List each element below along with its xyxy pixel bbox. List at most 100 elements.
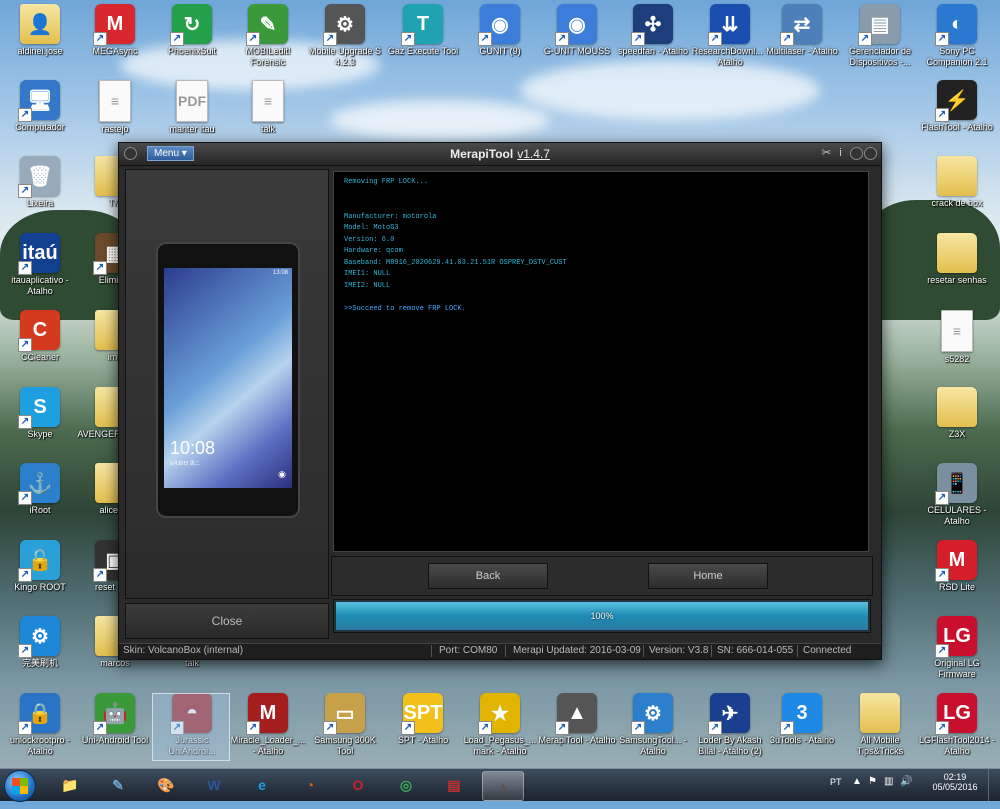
network-icon[interactable]: ▥ [884, 776, 893, 808]
desktop-icon[interactable]: ≡ s5282 [917, 310, 997, 365]
minimize-icon[interactable] [850, 147, 863, 160]
desktop-icon-label: Samsung 300K Tool [314, 735, 376, 756]
show-hidden-icons[interactable]: ▲ [852, 776, 862, 808]
taskbar-ie-icon[interactable]: e [242, 771, 282, 799]
desktop-icon-label: Skype [27, 429, 53, 439]
desktop-icon[interactable]: M ↗ MEGAsync [75, 4, 155, 57]
action-center-icon[interactable]: ⚑ [868, 776, 877, 808]
taskbar-chrome-icon[interactable]: ◎ [386, 771, 426, 799]
desktop-icon[interactable]: 🤖 ↗ Uni-Android Tool [75, 693, 155, 746]
desktop-icon[interactable]: 📱 ↗ CELULARES - Atalho [917, 463, 997, 527]
taskbar-merapitool-icon[interactable]: ▲ [482, 771, 524, 801]
home-button[interactable]: Home [648, 563, 768, 589]
desktop-icon[interactable]: 🖥 ↗ Computador [0, 80, 80, 133]
show-desktop-button[interactable] [988, 769, 1000, 801]
merapitool-window: Menu ▾ MerapiTool v1.4.7 ✂ i 13:08 10:08 … [118, 142, 882, 660]
desktop-icon[interactable]: resetar senhas [917, 233, 997, 286]
desktop-icon[interactable]: ↻ ↗ PhoenixSuit [152, 4, 232, 57]
desktop-icon[interactable]: M ↗ Miracle_Loader_... - Atalho [228, 693, 308, 757]
taskbar-toolbox-icon[interactable]: ▤ [434, 771, 474, 799]
desktop-icon[interactable]: ▭ ↗ Samsung 300K Tool [305, 693, 385, 757]
desktop-icon[interactable]: C ↗ CCleaner [0, 310, 80, 363]
desktop-icon-label: Mobile Upgrade S 4.2.3 [308, 46, 382, 67]
desktop-icon[interactable]: All Mobile Tips&Tricks [840, 693, 920, 757]
desktop-icon[interactable]: ≡ rastejo [75, 80, 155, 135]
desktop-icon-label: Multilaser - Atalho [766, 46, 838, 56]
desktop-icon[interactable]: itaú ↗ itauaplicativo - Atalho [0, 233, 80, 297]
taskbar-word-icon[interactable]: W [194, 771, 234, 799]
cloud [330, 100, 550, 140]
desktop-icon[interactable]: 🔓 ↗ Kingo ROOT [0, 540, 80, 593]
taskbar-firefox-icon[interactable]: ◔ [290, 771, 330, 799]
desktop-icon-label: GUNIT (9) [479, 46, 521, 56]
phone-screen: 13:08 10:08 6月30日 周二 ◉ [164, 268, 292, 488]
shortcut-arrow-icon: ↗ [93, 568, 107, 582]
desktop-icon[interactable]: 3 ↗ 3uTools - Atalho [762, 693, 842, 746]
desktop-icon[interactable]: LG ↗ LGFlashTool2014 - Atalho [917, 693, 997, 757]
app-icon: itaú ↗ [18, 233, 60, 275]
shortcut-arrow-icon: ↗ [631, 32, 645, 46]
language-indicator[interactable]: PT [830, 777, 842, 809]
desktop-icon[interactable]: ✎ ↗ MOBILedit! Forensic [228, 4, 308, 68]
desktop-icon-label: CELULARES - Atalho [927, 505, 987, 526]
desktop-icon-label: SamsungTool... - Atalho [619, 735, 687, 756]
tools-icon[interactable]: ✂ [820, 147, 833, 160]
desktop-icon[interactable]: ⇊ ↗ ResearchDownl... - Atalho [690, 4, 770, 68]
desktop-icon-label: Uni-Android Tool [81, 735, 149, 745]
close-icon[interactable] [864, 147, 877, 160]
taskbar-explorer-icon[interactable]: 📁 [50, 771, 90, 799]
desktop-icon[interactable]: ✣ ↗ speedfan - Atalho [613, 4, 693, 57]
desktop-icon[interactable]: 🔒 ↗ unlockrootpro - Atalho [0, 693, 80, 757]
desktop-icon[interactable]: crack de box [917, 156, 997, 209]
app-icon: ✈ ↗ [708, 693, 750, 735]
desktop-icon[interactable]: 👤 aldinei.jose [0, 4, 80, 57]
desktop-icon[interactable]: ⚓ ↗ iRoot [0, 463, 80, 516]
app-icon: ▤ ↗ [858, 4, 900, 46]
desktop-icon[interactable]: S ↗ Skype [0, 387, 80, 440]
close-button[interactable]: Close [125, 603, 329, 639]
desktop-icon[interactable]: ★ ↗ Load_Pegasus_... mark - Atalho [460, 693, 540, 757]
taskbar-notepad-icon[interactable]: ✎ [98, 771, 138, 799]
desktop-icon[interactable]: ▲ ↗ MerapiTool - Atalho [537, 693, 617, 746]
desktop-icon[interactable]: ⚡ ↗ FlashTool - Atalho [917, 80, 997, 133]
desktop-icon[interactable]: ▤ ↗ Gerenciador de Dispositivos -... [840, 4, 920, 68]
shortcut-arrow-icon: ↗ [935, 568, 949, 582]
shortcut-arrow-icon: ↗ [246, 32, 260, 46]
desktop-icon[interactable]: M ↗ RSD Lite [917, 540, 997, 593]
app-icon: 🖥 ↗ [18, 80, 60, 122]
clock[interactable]: 02:19 05/05/2016 [930, 772, 980, 804]
desktop-icon[interactable]: LG ↗ Original LG Firmware [917, 616, 997, 680]
title-bar[interactable]: Menu ▾ MerapiTool v1.4.7 ✂ i [119, 143, 881, 166]
desktop-icon-label: MerapiTool - Atalho [538, 735, 616, 745]
desktop-icon[interactable]: Z3X [917, 387, 997, 440]
app-icon: ▭ ↗ [323, 693, 365, 735]
desktop-icon[interactable]: ◉ ↗ GUNIT (9) [460, 4, 540, 57]
taskbar-paint-icon[interactable]: 🎨 [146, 771, 186, 799]
desktop-icon[interactable]: T ↗ Gaz Execute Tool [383, 4, 463, 57]
desktop-icon[interactable]: SPT ↗ SPT - Atalho [383, 693, 463, 746]
app-icon: ⇄ ↗ [780, 4, 822, 46]
desktop-icon[interactable]: ⚙ ↗ Mobile Upgrade S 4.2.3 [305, 4, 385, 68]
version-link[interactable]: v1.4.7 [517, 147, 550, 161]
shortcut-arrow-icon: ↗ [18, 108, 32, 122]
start-button[interactable] [4, 770, 36, 802]
desktop-icon[interactable]: 🗑 ↗ Lixeira [0, 156, 80, 209]
info-icon[interactable]: i [834, 147, 847, 160]
version-status: Version: V3.8 [649, 645, 709, 656]
desktop-icon[interactable]: ◐ ↗ Sony PC Companion 2.1 [917, 4, 997, 68]
desktop-icon[interactable]: ◉ ↗ G-UNIT MOUSS [537, 4, 617, 57]
desktop-icon[interactable]: PDF manter itau [152, 80, 232, 135]
desktop-icon[interactable]: ≡ talk [228, 80, 308, 135]
app-icon: 👤 [20, 4, 60, 44]
volume-icon[interactable]: 🔊 [900, 776, 912, 808]
desktop-icon-label: s5282 [944, 354, 970, 364]
desktop-icon-label: resetar senhas [927, 275, 987, 285]
desktop-icon[interactable]: ⚙ ↗ SamsungTool... - Atalho [613, 693, 693, 757]
app-icon: T ↗ [401, 4, 443, 46]
desktop-icon[interactable]: ✈ ↗ Loder By Akash Bilal - Atalho (2) [690, 693, 770, 757]
back-button[interactable]: Back [428, 563, 548, 589]
taskbar-opera-icon[interactable]: O [338, 771, 378, 799]
update-status: Merapi Updated: 2016-03-09 [513, 645, 641, 656]
desktop-icon[interactable]: ⚙ ↗ 完美刷机 [0, 616, 80, 669]
desktop-icon[interactable]: ⇄ ↗ Multilaser - Atalho [762, 4, 842, 57]
